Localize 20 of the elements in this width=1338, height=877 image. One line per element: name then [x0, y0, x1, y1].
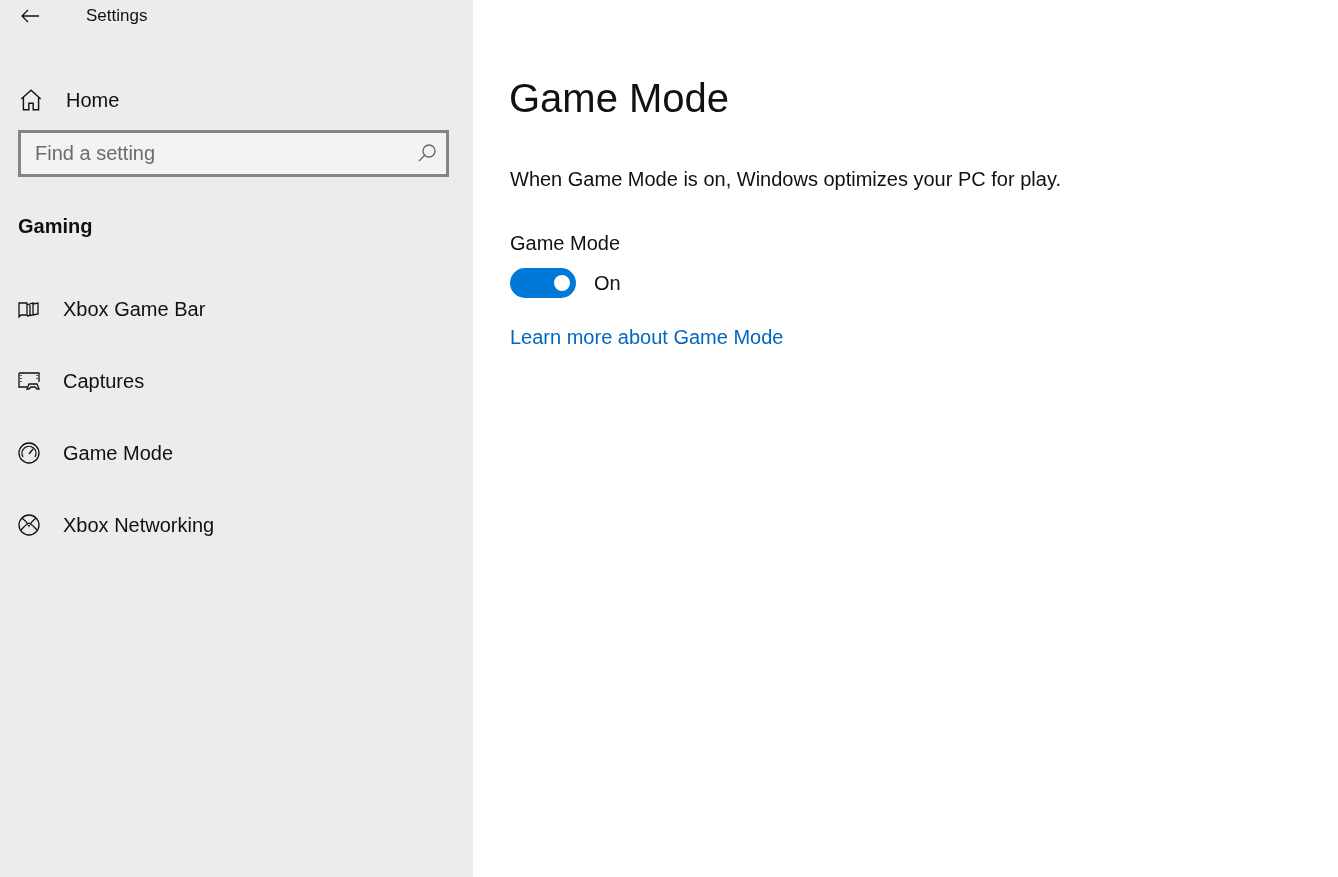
nav-item[interactable]: Xbox Game Bar — [0, 291, 473, 327]
toggle-label: Game Mode — [510, 231, 621, 256]
nav-item[interactable]: Game Mode — [0, 435, 473, 471]
section-heading: Gaming — [17, 214, 94, 239]
page-title: Game Mode — [509, 75, 730, 122]
nav-item[interactable]: Xbox Networking — [0, 507, 473, 543]
home-icon — [18, 87, 44, 113]
capture-controller-icon — [17, 369, 41, 393]
speedometer-icon — [17, 441, 41, 465]
search-field[interactable]: Find a setting — [18, 130, 449, 177]
description-text: When Game Mode is on, Windows optimizes your PC for play. — [510, 167, 1061, 192]
window-title: Settings — [86, 5, 148, 28]
game-mode-toggle[interactable] — [510, 268, 576, 298]
learn-more-link[interactable]: Learn more about Game Mode — [510, 322, 784, 352]
search-icon — [417, 143, 437, 163]
nav-item[interactable]: Captures — [0, 363, 473, 399]
toggle-state-text: On — [594, 271, 621, 296]
home-link[interactable]: Home — [0, 82, 473, 118]
back-arrow-icon — [20, 8, 40, 24]
xbox-icon — [17, 513, 41, 537]
